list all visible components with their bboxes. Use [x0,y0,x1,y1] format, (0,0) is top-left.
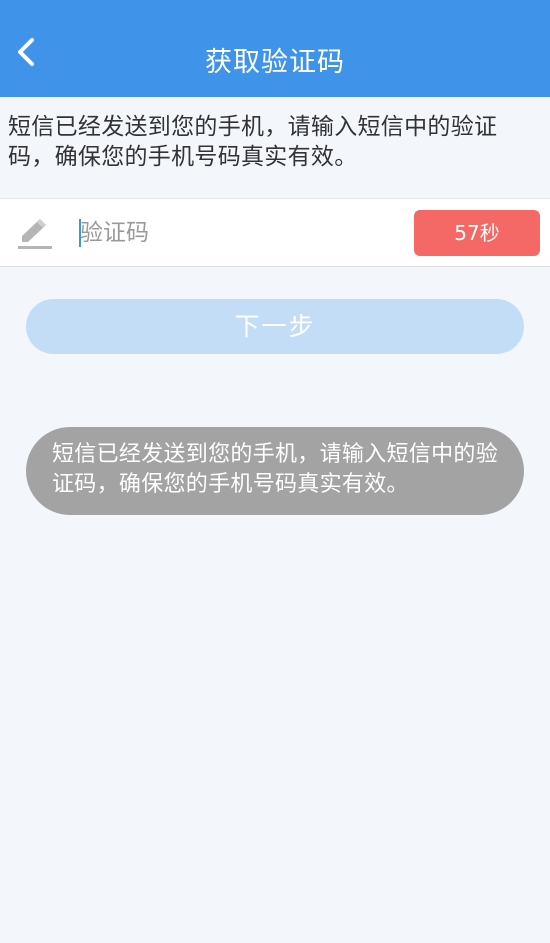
top-bar: 获取验证码 [0,0,550,97]
back-button[interactable] [6,34,46,74]
pencil-icon [16,215,54,251]
verification-code-input[interactable] [80,213,400,253]
page-title: 获取验证码 [205,47,345,78]
resend-countdown-button[interactable]: 57秒 [414,210,540,256]
next-step-button[interactable]: 下一步 [26,299,524,354]
sms-sent-notice: 短信已经发送到您的手机，请输入短信中的验证码，确保您的手机号码真实有效。 [8,114,498,170]
chevron-left-icon [15,36,37,72]
verification-code-row: 57秒 [0,198,550,267]
toast-message: 短信已经发送到您的手机，请输入短信中的验证码，确保您的手机号码真实有效。 [26,427,524,515]
